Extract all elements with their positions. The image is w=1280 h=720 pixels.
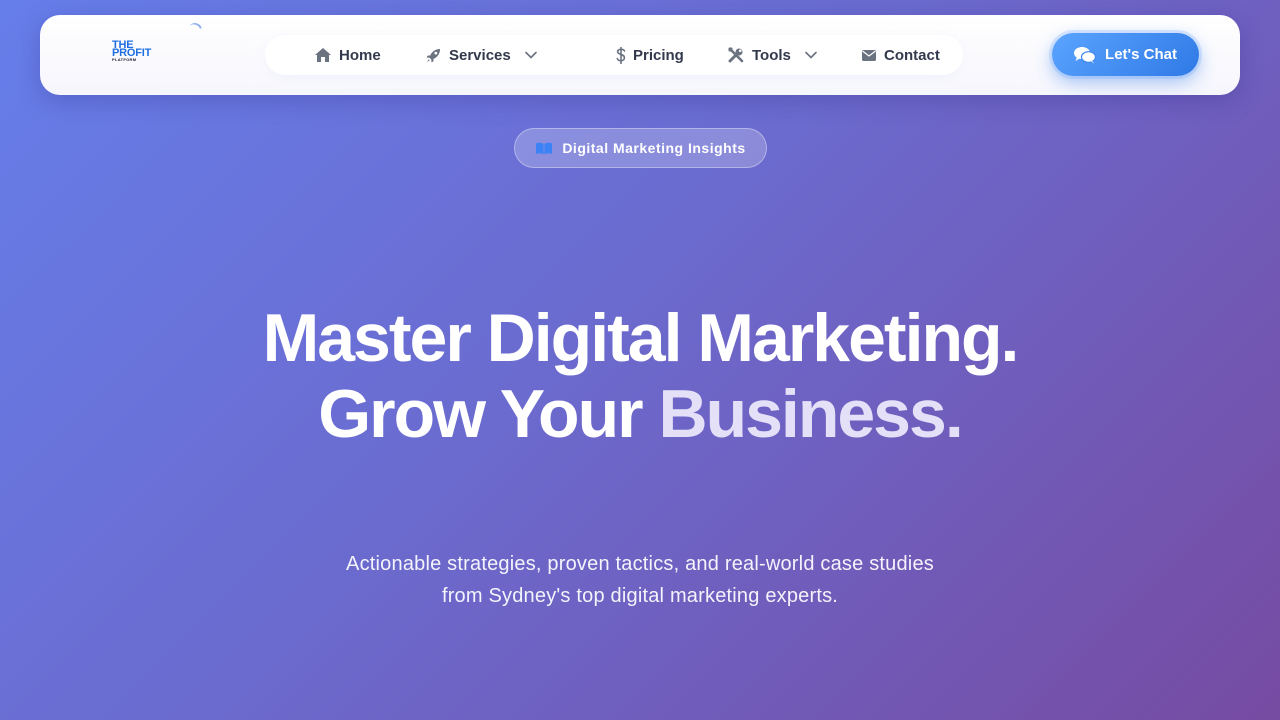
nav-item-contact[interactable]: Contact: [862, 35, 940, 75]
home-icon: [315, 47, 331, 63]
tools-icon: [728, 47, 744, 63]
dollar-icon: [616, 46, 626, 64]
hero-title-line-2: Grow Your Business.: [0, 376, 1280, 452]
hero-title-line-1: Master Digital Marketing.: [262, 300, 1020, 376]
envelope-icon: [862, 47, 876, 63]
rocket-icon: [425, 47, 441, 63]
nav-item-pricing[interactable]: Pricing: [616, 35, 684, 75]
hero-title-line-2-part-1: Grow Your: [318, 376, 659, 452]
site-header: THE PROFIT PLATFORM Home Services Pricin…: [40, 15, 1240, 95]
open-book-icon: [535, 141, 553, 155]
chevron-down-icon: [805, 49, 817, 61]
hero-title: Master Digital Marketing. Grow Your Busi…: [0, 300, 1280, 452]
chevron-down-icon: [524, 49, 537, 61]
nav-item-services[interactable]: Services: [425, 35, 537, 75]
nav-item-label: Contact: [884, 46, 940, 64]
nav-item-home[interactable]: Home: [315, 35, 381, 75]
logo-line-2: PROFIT: [112, 47, 152, 59]
cta-label: Let's Chat: [1105, 46, 1177, 63]
nav-item-label: Pricing: [633, 46, 684, 64]
logo-spark-decoration: [185, 20, 205, 40]
hero-subtitle: Actionable strategies, proven tactics, a…: [346, 553, 934, 607]
chat-bubbles-icon: [1074, 46, 1097, 64]
category-badge: Digital Marketing Insights: [514, 128, 767, 168]
hero-title-line-2-highlight: Business.: [658, 376, 963, 452]
site-logo[interactable]: THE PROFIT PLATFORM: [112, 40, 182, 73]
nav-item-label: Home: [339, 46, 381, 64]
nav-item-label: Services: [449, 46, 511, 64]
main-nav: Home Services Pricing Tools Contact: [265, 35, 963, 75]
badge-label: Digital Marketing Insights: [562, 140, 746, 156]
lets-chat-button[interactable]: Let's Chat: [1052, 33, 1199, 76]
nav-item-label: Tools: [752, 46, 791, 64]
nav-item-tools[interactable]: Tools: [728, 35, 817, 75]
